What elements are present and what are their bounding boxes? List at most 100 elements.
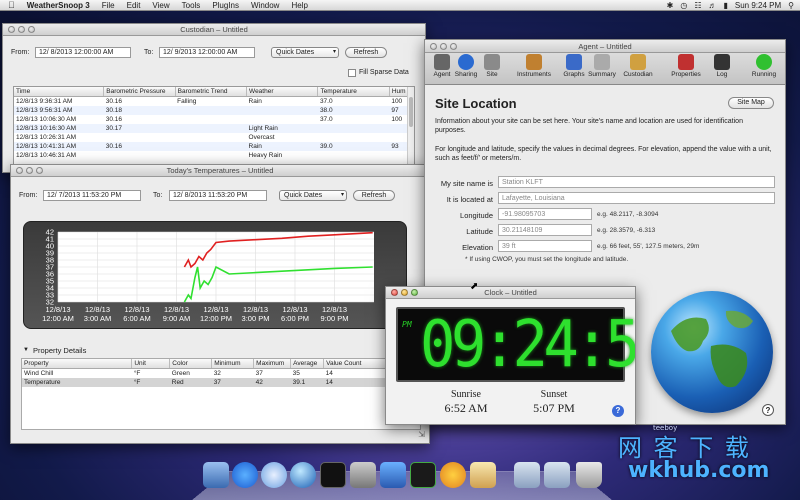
toolbar-custodian[interactable]: Custodian xyxy=(621,54,655,78)
property-column-header[interactable]: Color xyxy=(169,359,213,369)
minimize-button[interactable] xyxy=(440,42,447,50)
bluetooth-icon[interactable]: ✱ xyxy=(667,1,674,10)
disclosure-triangle-icon[interactable]: ▼ xyxy=(23,347,29,353)
property-column-header[interactable]: Minimum xyxy=(211,359,255,369)
custodian-column-header[interactable]: Barometric Trend xyxy=(175,87,248,97)
help-icon[interactable]: ? xyxy=(762,404,774,416)
applications-folder-icon[interactable] xyxy=(514,462,540,488)
custodian-row[interactable]: 12/8/13 10:46:31 AM Heavy Rain xyxy=(14,151,409,160)
xcode-icon[interactable] xyxy=(380,462,406,488)
agent-titlebar[interactable]: Agent – Untitled xyxy=(425,40,785,53)
close-button[interactable] xyxy=(16,167,23,174)
temperatures-titlebar[interactable]: Today's Temperatures – Untitled xyxy=(11,165,429,177)
menu-edit[interactable]: Edit xyxy=(121,1,147,10)
custodian-row[interactable]: 12/8/13 10:41:31 AM 30.16 Rain 39.0 93 xyxy=(14,142,409,151)
toolbar-site[interactable]: Site xyxy=(475,54,509,78)
watermark-url: wkhub.com xyxy=(628,458,770,483)
location-field[interactable]: Lafayette, Louisiana xyxy=(498,192,775,204)
time-machine-icon[interactable]: ◷ xyxy=(680,1,687,10)
trash-icon[interactable] xyxy=(576,462,602,488)
minimize-button[interactable] xyxy=(26,167,33,174)
refresh-button[interactable]: Refresh xyxy=(345,47,387,58)
property-column-header[interactable]: Average xyxy=(290,359,325,369)
custodian-row[interactable]: 12/8/13 10:16:30 AM 30.17 Light Rain xyxy=(14,124,409,133)
scrollbar-thumb[interactable] xyxy=(409,97,413,127)
menu-tools[interactable]: Tools xyxy=(176,1,207,10)
system-preferences-icon[interactable] xyxy=(350,462,376,488)
battery-icon[interactable]: ▮ xyxy=(723,1,727,10)
custodian-row[interactable]: 12/8/13 9:36:31 AM 30.16 Falling Rain 37.0 10… xyxy=(14,97,409,107)
menu-view[interactable]: View xyxy=(146,1,175,10)
toolbar-running[interactable]: Running xyxy=(747,54,781,78)
custodian-column-header[interactable]: Barometric Pressure xyxy=(103,87,176,97)
refresh-button[interactable]: Refresh xyxy=(353,190,395,201)
custodian-cell: 100 xyxy=(391,98,403,105)
longitude-field[interactable]: -91.98095703 xyxy=(498,208,592,220)
menubar-clock[interactable]: Sun 9:24 PM xyxy=(735,1,781,10)
from-date-field[interactable]: 12/ 8/2013 12:00:00 AM xyxy=(35,47,131,58)
property-column-header[interactable]: Property xyxy=(22,359,133,369)
quick-dates-value: Quick Dates xyxy=(276,49,315,56)
zoom-button[interactable] xyxy=(36,167,43,174)
to-date-field[interactable]: 12/ 9/2013 12:00:00 AM xyxy=(159,47,255,58)
elevation-field[interactable]: 39 ft xyxy=(498,240,592,252)
minimize-button[interactable] xyxy=(401,289,408,296)
custodian-column-header[interactable]: Hum xyxy=(389,87,410,97)
property-row[interactable]: Temperature °F Red 37 42 39.1 14 xyxy=(22,378,420,387)
app-menu[interactable]: WeatherSnoop 3 xyxy=(21,1,96,10)
toolbar-instruments[interactable]: Instruments xyxy=(517,54,551,78)
vertical-scrollbar[interactable] xyxy=(407,87,414,171)
minimize-button[interactable] xyxy=(18,26,25,33)
menu-help[interactable]: Help xyxy=(285,1,313,10)
menu-plugins[interactable]: PlugIns xyxy=(206,1,245,10)
safari-icon[interactable] xyxy=(261,462,287,488)
terminal-icon[interactable] xyxy=(320,462,346,488)
property-row[interactable]: Wind Chill °F Green 32 37 35 14 xyxy=(22,369,420,379)
spotlight-icon[interactable]: ⚲ xyxy=(788,1,794,10)
quick-dates-select[interactable]: Quick Dates ▾ xyxy=(279,190,347,201)
activity-monitor-icon[interactable] xyxy=(410,462,436,488)
toolbar-log[interactable]: Log xyxy=(705,54,739,78)
custodian-row[interactable]: 12/8/13 10:06:30 AM 30.16 37.0 100 xyxy=(14,115,409,124)
custodian-row[interactable]: 12/8/13 9:56:31 AM 30.18 38.0 97 xyxy=(14,106,409,115)
fill-sparse-checkbox[interactable] xyxy=(348,69,356,77)
zoom-button[interactable] xyxy=(411,289,418,296)
toolbar-properties[interactable]: Properties xyxy=(669,54,703,78)
resize-grip-icon[interactable]: ⇲ xyxy=(418,430,425,439)
menu-window[interactable]: Window xyxy=(245,1,285,10)
close-button[interactable] xyxy=(391,289,398,296)
zoom-button[interactable] xyxy=(450,42,457,50)
latitude-field[interactable]: 30.21148109 xyxy=(498,224,592,236)
documents-folder-icon[interactable] xyxy=(544,462,570,488)
apple-menu-icon[interactable]:  xyxy=(0,0,21,10)
volume-icon[interactable]: ♬ xyxy=(708,1,716,10)
site-map-button[interactable]: Site Map xyxy=(728,97,774,109)
menu-file[interactable]: File xyxy=(96,1,121,10)
wifi-icon[interactable]: ☷ xyxy=(694,1,701,10)
custodian-column-header[interactable]: Weather xyxy=(246,87,319,97)
custodian-cell: Rain xyxy=(246,142,318,151)
custodian-column-header[interactable]: Temperature xyxy=(317,87,390,97)
custodian-column-header[interactable]: Time xyxy=(14,87,105,97)
toolbar-summary[interactable]: Summary xyxy=(585,54,619,78)
custodian-row[interactable]: 12/8/13 10:26:31 AM Overcast xyxy=(14,133,409,142)
zoom-button[interactable] xyxy=(28,26,35,33)
close-button[interactable] xyxy=(430,42,437,50)
finder-icon[interactable] xyxy=(203,462,229,488)
property-column-header[interactable]: Unit xyxy=(131,359,171,369)
app-store-icon[interactable] xyxy=(232,462,258,488)
weather-app-icon[interactable] xyxy=(440,462,466,488)
from-date-field[interactable]: 12/ 7/2013 11:53:20 PM xyxy=(43,190,141,201)
custodian-titlebar[interactable]: Custodian – Untitled xyxy=(3,24,425,36)
weathersnoop-icon[interactable] xyxy=(290,462,316,488)
site-name-field[interactable]: Station KLFT xyxy=(498,176,775,188)
script-editor-icon[interactable] xyxy=(470,462,496,488)
quick-dates-select[interactable]: Quick Dates ▾ xyxy=(271,47,339,58)
close-button[interactable] xyxy=(8,26,15,33)
help-icon[interactable]: ? xyxy=(612,405,624,417)
property-column-header[interactable]: Maximum xyxy=(253,359,292,369)
clock-titlebar[interactable]: Clock – Untitled xyxy=(386,287,635,299)
to-date-field[interactable]: 12/ 8/2013 11:53:20 PM xyxy=(169,190,267,201)
longitude-label: Longitude xyxy=(460,211,493,220)
x-tick-label: 12/8/13 xyxy=(203,305,228,314)
